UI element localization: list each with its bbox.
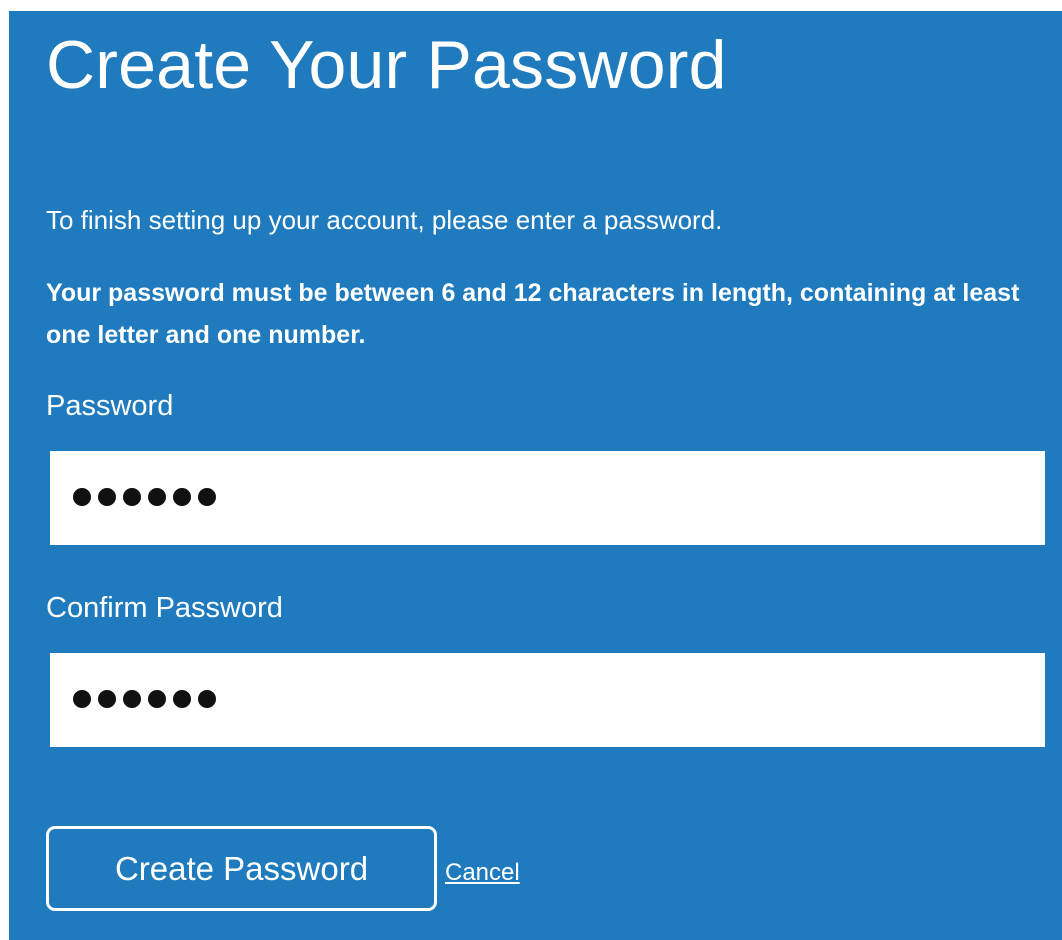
mask-dot bbox=[123, 690, 141, 708]
mask-dot bbox=[173, 488, 191, 506]
mask-dot bbox=[198, 488, 216, 506]
cancel-link[interactable]: Cancel bbox=[445, 859, 520, 887]
create-password-button[interactable]: Create Password bbox=[46, 826, 437, 911]
mask-dot bbox=[73, 488, 91, 506]
password-rules-text: Your password must be between 6 and 12 c… bbox=[46, 279, 1020, 349]
mask-dot bbox=[98, 488, 116, 506]
mask-dot bbox=[148, 488, 166, 506]
mask-dot bbox=[173, 690, 191, 708]
mask-dot bbox=[198, 690, 216, 708]
confirm-password-mask bbox=[73, 690, 216, 708]
mask-dot bbox=[73, 690, 91, 708]
confirm-password-label: Confirm Password bbox=[46, 592, 283, 624]
intro-text: To finish setting up your account, pleas… bbox=[46, 205, 723, 235]
password-label: Password bbox=[46, 390, 174, 422]
confirm-password-field[interactable] bbox=[50, 653, 1045, 747]
password-field[interactable] bbox=[50, 451, 1045, 545]
create-password-panel: Create Your Password To finish setting u… bbox=[9, 11, 1062, 940]
password-mask bbox=[73, 488, 216, 506]
mask-dot bbox=[148, 690, 166, 708]
mask-dot bbox=[98, 690, 116, 708]
page-title: Create Your Password bbox=[46, 27, 727, 103]
mask-dot bbox=[123, 488, 141, 506]
